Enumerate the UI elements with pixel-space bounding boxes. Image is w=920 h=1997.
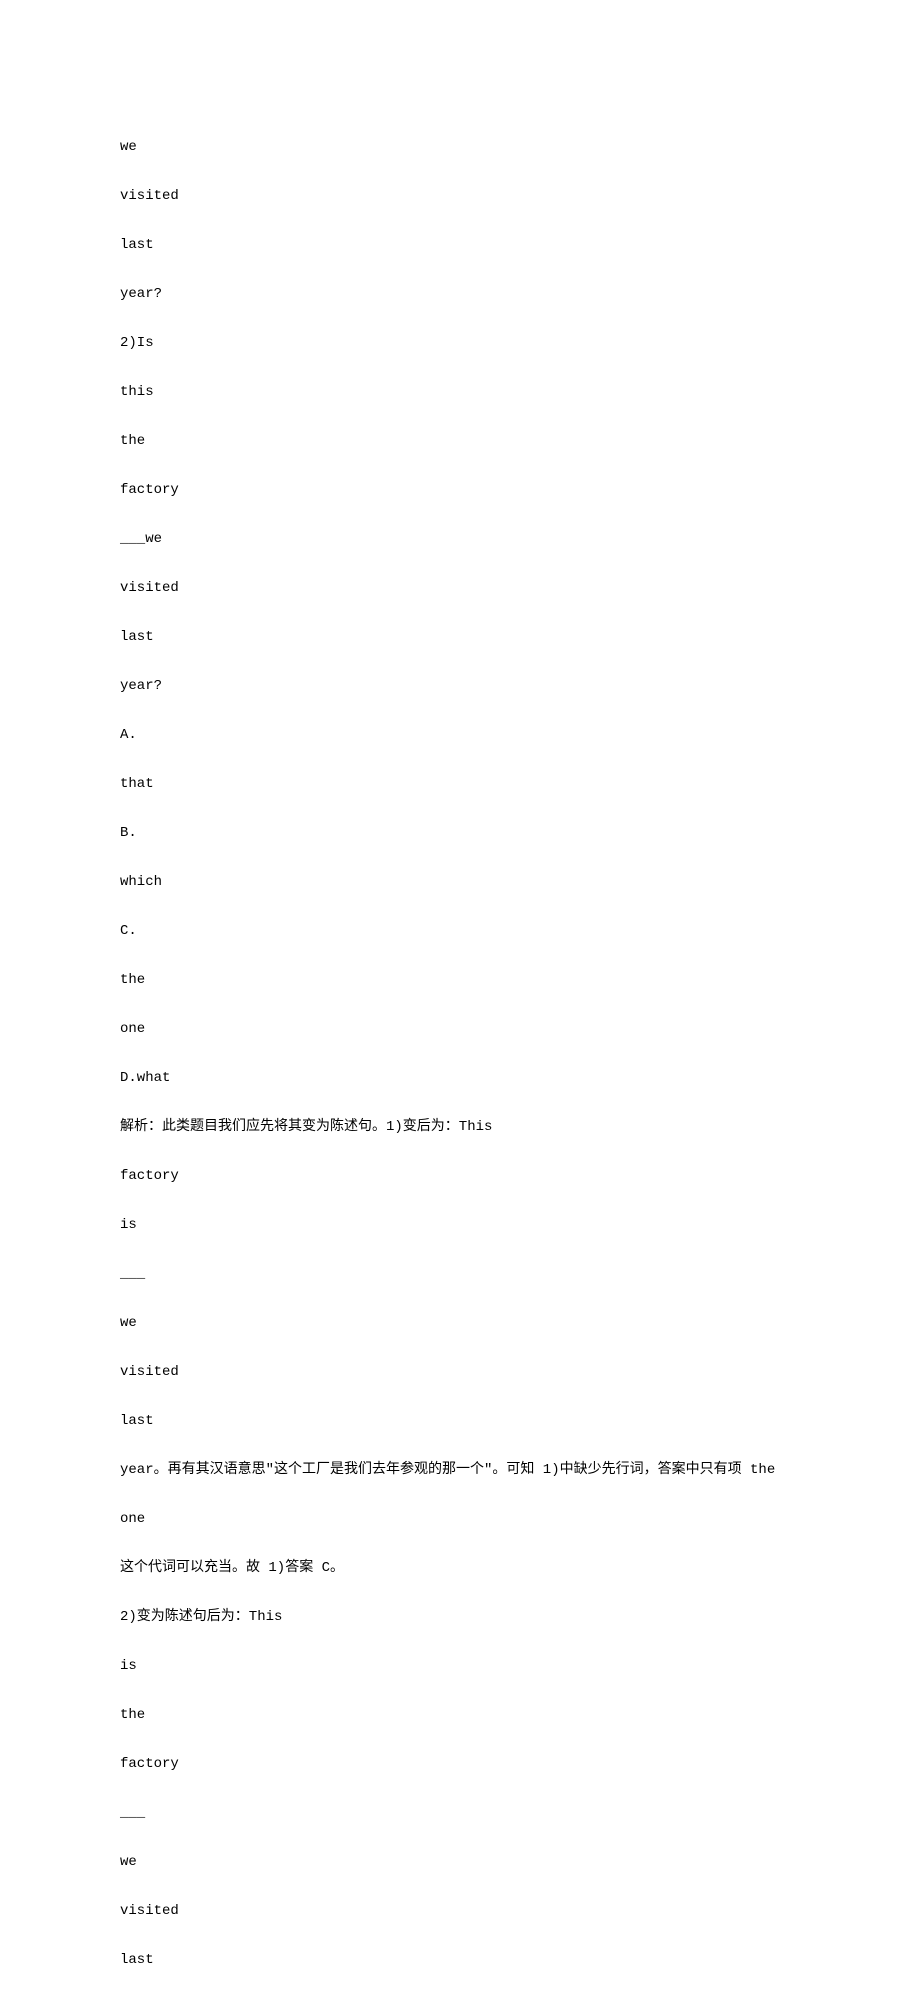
text-line: we xyxy=(120,135,800,160)
text-line: A. xyxy=(120,723,800,748)
text-line: the xyxy=(120,968,800,993)
text-line: year? xyxy=(120,674,800,699)
text-line: 这个代词可以充当。故 1)答案 C。 xyxy=(120,1556,800,1581)
text-line: year。再有其汉语意思"这个工厂是我们去年参观的那一个"。可知 1)中缺少先行… xyxy=(120,1458,800,1483)
text-line: C. xyxy=(120,919,800,944)
text-line: factory xyxy=(120,1752,800,1777)
document-content: we visited last year? 2)Is this the fact… xyxy=(120,110,800,1997)
text-line: the xyxy=(120,429,800,454)
text-line: B. xyxy=(120,821,800,846)
text-line: visited xyxy=(120,184,800,209)
text-line: year? xyxy=(120,282,800,307)
text-line: last xyxy=(120,625,800,650)
text-line: we xyxy=(120,1850,800,1875)
text-line: one xyxy=(120,1507,800,1532)
text-line: factory xyxy=(120,1164,800,1189)
text-line: ___we xyxy=(120,527,800,552)
text-line: that xyxy=(120,772,800,797)
text-line: last xyxy=(120,233,800,258)
text-line: this xyxy=(120,380,800,405)
text-line: one xyxy=(120,1017,800,1042)
text-line: ___ xyxy=(120,1262,800,1287)
text-line: is xyxy=(120,1654,800,1679)
text-line: 解析：此类题目我们应先将其变为陈述句。1)变后为：This xyxy=(120,1115,800,1140)
text-line: ___ xyxy=(120,1801,800,1826)
text-line: last xyxy=(120,1948,800,1973)
text-line: visited xyxy=(120,1360,800,1385)
text-line: factory xyxy=(120,478,800,503)
text-line: we xyxy=(120,1311,800,1336)
text-line: visited xyxy=(120,1899,800,1924)
text-line: which xyxy=(120,870,800,895)
text-line: is xyxy=(120,1213,800,1238)
text-line: D.what xyxy=(120,1066,800,1091)
text-line: visited xyxy=(120,576,800,601)
text-line: 2)Is xyxy=(120,331,800,356)
text-line: last xyxy=(120,1409,800,1434)
text-line: the xyxy=(120,1703,800,1728)
text-line: 2)变为陈述句后为：This xyxy=(120,1605,800,1630)
